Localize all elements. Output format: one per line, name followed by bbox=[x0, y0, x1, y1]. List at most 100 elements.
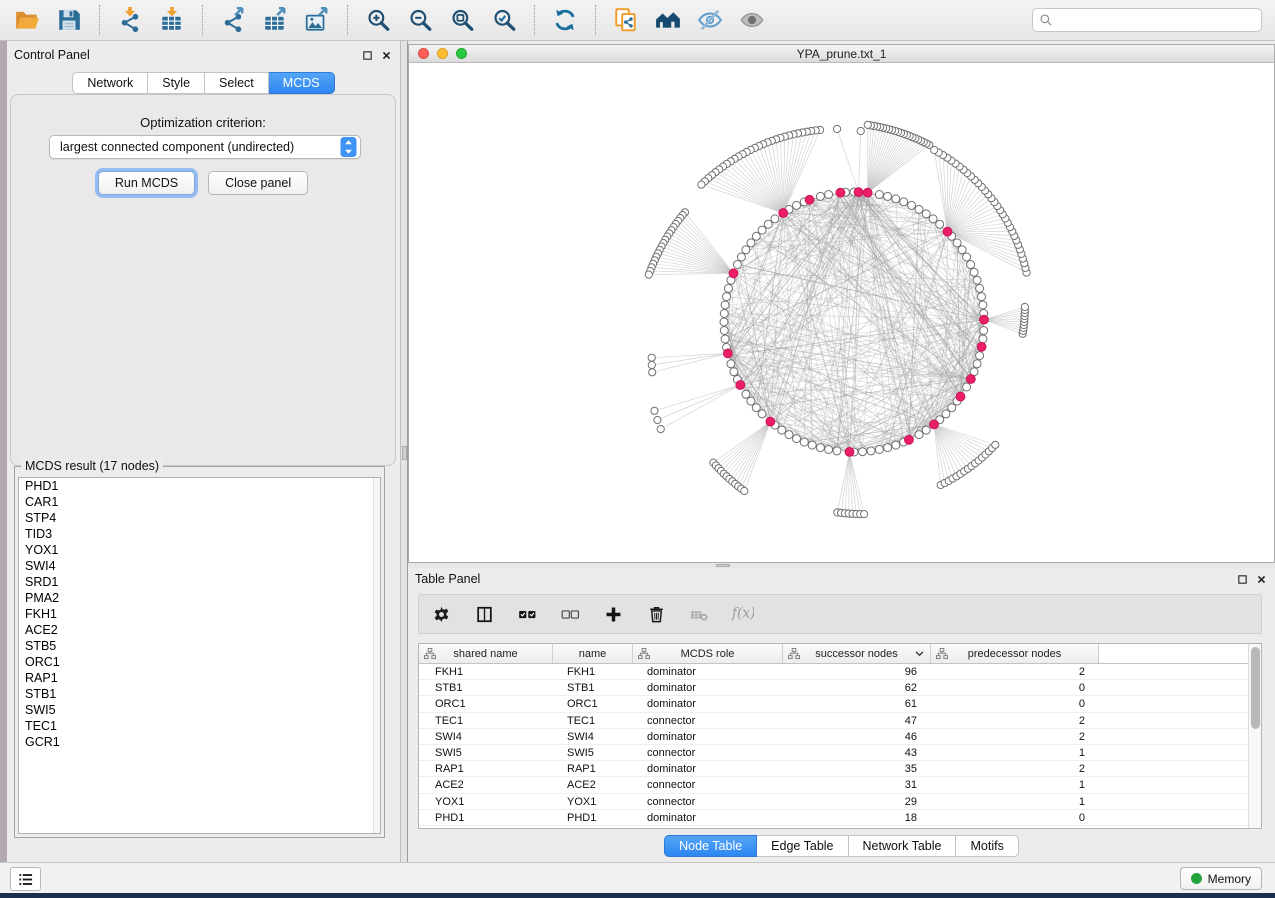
cell-predecessor_nodes[interactable]: 2 bbox=[931, 761, 1099, 776]
mcds-result-scrollbar[interactable] bbox=[373, 478, 380, 833]
export-table-button[interactable] bbox=[254, 2, 296, 38]
table-row[interactable]: YOX1YOX1connector291 bbox=[419, 794, 1248, 810]
memory-button[interactable]: Memory bbox=[1180, 867, 1262, 890]
close-panel-button[interactable]: Close panel bbox=[208, 171, 308, 195]
cell-predecessor_nodes[interactable]: 1 bbox=[931, 745, 1099, 760]
mcds-result-item[interactable]: STB1 bbox=[19, 686, 380, 702]
cell-successor_nodes[interactable]: 18 bbox=[783, 810, 931, 825]
cell-mcds_role[interactable]: connector bbox=[633, 713, 783, 728]
tab-network[interactable]: Network bbox=[72, 72, 148, 94]
cell-shared_name[interactable]: FKH1 bbox=[419, 664, 553, 679]
cell-predecessor_nodes[interactable]: 0 bbox=[931, 680, 1099, 695]
cell-shared_name[interactable]: STB1 bbox=[419, 680, 553, 695]
network-window-titlebar[interactable]: YPA_prune.txt_1 bbox=[409, 45, 1274, 63]
export-network-button[interactable] bbox=[212, 2, 254, 38]
export-image-button[interactable] bbox=[296, 2, 338, 38]
table-scrollbar-thumb[interactable] bbox=[1251, 647, 1260, 729]
cell-mcds_role[interactable]: dominator bbox=[633, 696, 783, 711]
cell-predecessor_nodes[interactable]: 1 bbox=[931, 794, 1099, 809]
network-graph[interactable] bbox=[409, 63, 1274, 562]
cell-name[interactable]: STB1 bbox=[553, 680, 633, 695]
cell-name[interactable]: RAP1 bbox=[553, 761, 633, 776]
cell-name[interactable]: SWI4 bbox=[553, 729, 633, 744]
vertical-splitter-grip[interactable] bbox=[402, 446, 407, 460]
mcds-result-item[interactable]: SWI4 bbox=[19, 558, 380, 574]
column-header-name[interactable]: name bbox=[553, 644, 633, 663]
table-row[interactable]: ORC1ORC1dominator610 bbox=[419, 696, 1248, 712]
cell-successor_nodes[interactable]: 31 bbox=[783, 777, 931, 792]
cell-name[interactable]: ORC1 bbox=[553, 696, 633, 711]
cell-name[interactable]: FKH1 bbox=[553, 664, 633, 679]
mcds-result-item[interactable]: SWI5 bbox=[19, 702, 380, 718]
tab-edge-table[interactable]: Edge Table bbox=[757, 835, 848, 857]
mcds-result-item[interactable]: PMA2 bbox=[19, 590, 380, 606]
hide-selected-button[interactable] bbox=[689, 2, 731, 38]
cell-mcds_role[interactable]: dominator bbox=[633, 664, 783, 679]
table-scrollbar[interactable] bbox=[1248, 644, 1261, 828]
clone-network-button[interactable] bbox=[605, 2, 647, 38]
show-all-button[interactable] bbox=[731, 2, 773, 38]
run-mcds-button[interactable]: Run MCDS bbox=[98, 171, 195, 195]
tab-mcds[interactable]: MCDS bbox=[269, 72, 335, 94]
tab-node-table[interactable]: Node Table bbox=[664, 835, 757, 857]
mcds-result-item[interactable]: SRD1 bbox=[19, 574, 380, 590]
cell-shared_name[interactable]: SWI5 bbox=[419, 745, 553, 760]
cell-successor_nodes[interactable]: 47 bbox=[783, 713, 931, 728]
zoom-selected-button[interactable] bbox=[483, 2, 525, 38]
search-input[interactable] bbox=[1058, 13, 1255, 27]
cell-predecessor_nodes[interactable]: 0 bbox=[931, 810, 1099, 825]
save-button[interactable] bbox=[48, 2, 90, 38]
mcds-result-item[interactable]: TID3 bbox=[19, 526, 380, 542]
vertical-splitter[interactable] bbox=[400, 41, 408, 862]
cell-mcds_role[interactable]: dominator bbox=[633, 810, 783, 825]
cell-predecessor_nodes[interactable]: 2 bbox=[931, 664, 1099, 679]
import-table-button[interactable] bbox=[151, 2, 193, 38]
cell-shared_name[interactable]: ORC1 bbox=[419, 696, 553, 711]
table-row[interactable]: SWI5SWI5connector431 bbox=[419, 745, 1248, 761]
table-row[interactable]: PHD1PHD1dominator180 bbox=[419, 810, 1248, 826]
close-panel-icon[interactable] bbox=[381, 50, 392, 61]
function-button[interactable]: f(x) bbox=[730, 602, 754, 626]
cell-predecessor_nodes[interactable]: 2 bbox=[931, 729, 1099, 744]
cell-name[interactable]: YOX1 bbox=[553, 794, 633, 809]
column-header-MCDS-role[interactable]: MCDS role bbox=[633, 644, 783, 663]
columns-button[interactable] bbox=[472, 602, 496, 626]
table-row[interactable]: ACE2ACE2connector311 bbox=[419, 777, 1248, 793]
mcds-result-item[interactable]: YOX1 bbox=[19, 542, 380, 558]
table-row[interactable]: STB1STB1dominator620 bbox=[419, 680, 1248, 696]
open-button[interactable] bbox=[6, 2, 48, 38]
select-all-button[interactable] bbox=[515, 602, 539, 626]
deselect-all-button[interactable] bbox=[558, 602, 582, 626]
mcds-result-item[interactable]: GCR1 bbox=[19, 734, 380, 750]
settings-button[interactable] bbox=[429, 602, 453, 626]
cell-successor_nodes[interactable]: 61 bbox=[783, 696, 931, 711]
refresh-button[interactable] bbox=[544, 2, 586, 38]
zoom-out-button[interactable] bbox=[399, 2, 441, 38]
tab-style[interactable]: Style bbox=[148, 72, 205, 94]
panel-list-button[interactable] bbox=[10, 867, 41, 891]
cell-successor_nodes[interactable]: 29 bbox=[783, 794, 931, 809]
mcds-result-item[interactable]: TEC1 bbox=[19, 718, 380, 734]
first-neighbors-button[interactable] bbox=[647, 2, 689, 38]
cell-successor_nodes[interactable]: 46 bbox=[783, 729, 931, 744]
delete-table-button[interactable] bbox=[687, 602, 711, 626]
column-header-predecessor-nodes[interactable]: predecessor nodes bbox=[931, 644, 1099, 663]
cell-mcds_role[interactable]: dominator bbox=[633, 729, 783, 744]
optimization-criterion-select[interactable]: largest connected component (undirected) bbox=[49, 135, 361, 159]
table-row[interactable]: TEC1TEC1connector472 bbox=[419, 713, 1248, 729]
mcds-result-item[interactable]: STP4 bbox=[19, 510, 380, 526]
cell-successor_nodes[interactable]: 35 bbox=[783, 761, 931, 776]
tab-network-table[interactable]: Network Table bbox=[849, 835, 957, 857]
mcds-result-item[interactable]: CAR1 bbox=[19, 494, 380, 510]
table-row[interactable]: FKH1FKH1dominator962 bbox=[419, 664, 1248, 680]
cell-successor_nodes[interactable]: 62 bbox=[783, 680, 931, 695]
float-table-panel-icon[interactable] bbox=[1237, 574, 1248, 585]
mcds-result-item[interactable]: PHD1 bbox=[19, 478, 380, 494]
cell-mcds_role[interactable]: dominator bbox=[633, 761, 783, 776]
search-box[interactable] bbox=[1032, 8, 1262, 32]
cell-name[interactable]: SWI5 bbox=[553, 745, 633, 760]
cell-shared_name[interactable]: YOX1 bbox=[419, 794, 553, 809]
add-button[interactable] bbox=[601, 602, 625, 626]
cell-mcds_role[interactable]: connector bbox=[633, 794, 783, 809]
cell-shared_name[interactable]: TEC1 bbox=[419, 713, 553, 728]
